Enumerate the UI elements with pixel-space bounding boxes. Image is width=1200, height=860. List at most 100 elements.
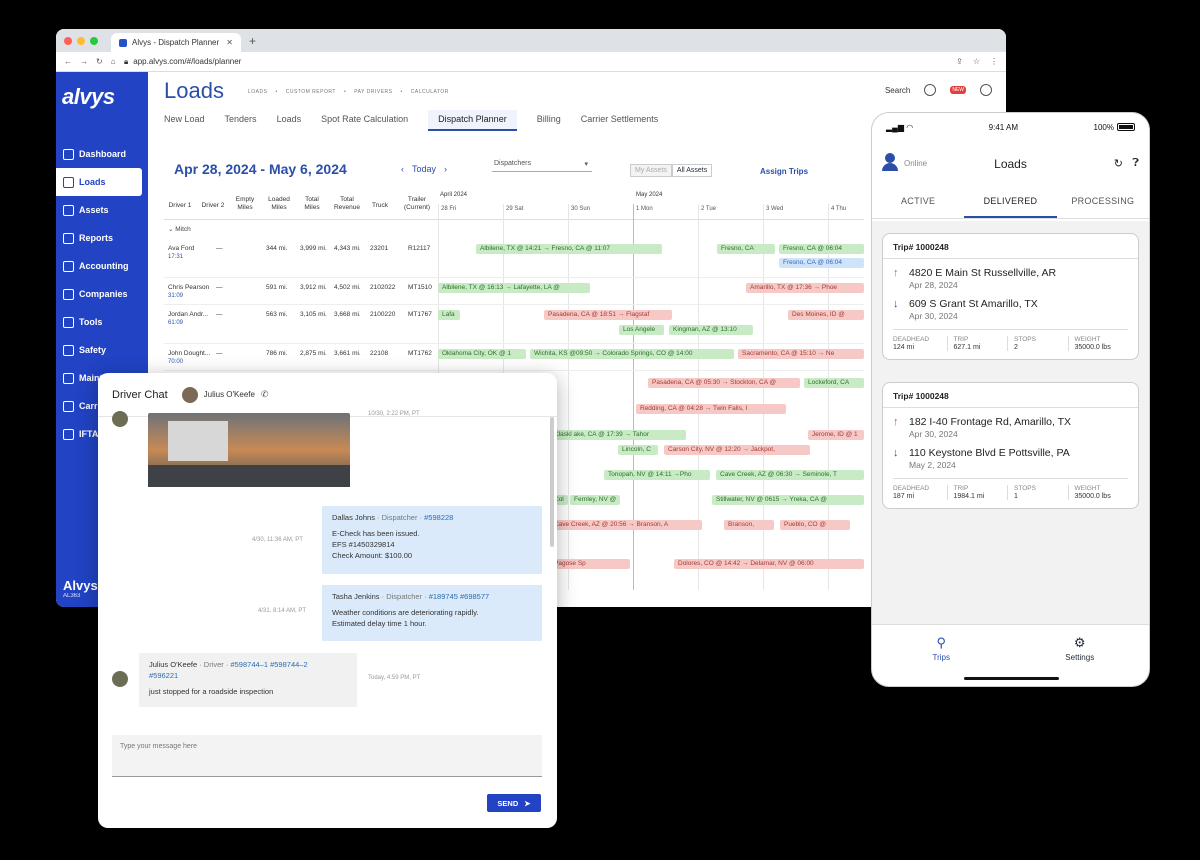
tab-active[interactable]: ACTIVE [872, 189, 964, 218]
load-bar[interactable]: Lafa [438, 310, 460, 320]
table-row[interactable]: Jordan Andr... 61:09 — 563 mi. 3,105 mi.… [164, 306, 864, 344]
prev-week-icon[interactable]: ‹ [401, 164, 404, 174]
assign-trips-button[interactable]: Assign Trips [760, 167, 808, 176]
all-assets-button[interactable]: All Assets [671, 164, 713, 177]
message-bubble[interactable]: Dallas Johns · Dispatcher · #598228 E-Ch… [322, 506, 542, 574]
load-bar[interactable]: Lincoln, C [618, 445, 658, 455]
load-bar[interactable]: Pasadena, CA @ 05:30 → Stockton, CA @ [648, 378, 800, 388]
sidebar-item-reports[interactable]: Reports [56, 224, 148, 252]
load-bar[interactable]: Fresno, CA [717, 244, 775, 254]
driver-name[interactable]: John Dought... [168, 350, 210, 357]
load-bar[interactable]: Fresno, CA @ 06:04 [779, 258, 864, 268]
message-bubble[interactable]: Julius O'Keefe · Driver · #598744–1 #598… [139, 653, 357, 707]
crumb-custom-report[interactable]: CUSTOM REPORT [286, 89, 336, 95]
help-icon[interactable] [924, 84, 937, 96]
table-row[interactable]: Chris Pearson 31:09 — 591 mi. 3,912 mi. … [164, 279, 864, 305]
close-tab-icon[interactable]: ✕ [226, 38, 233, 47]
trip-card[interactable]: Trip# 1000248 ↑ 4820 E Main St Russellvil… [882, 233, 1139, 360]
load-tag[interactable]: #189745 #698577 [429, 592, 489, 601]
load-bar[interactable]: Redding, CA @ 04:28 → Twin Falls, I [636, 404, 786, 414]
crumb-loads[interactable]: LOADS [248, 89, 267, 95]
table-row[interactable]: Ava Ford 17:31 — 344 mi. 3,999 mi. 4,343… [164, 240, 864, 278]
load-bar[interactable]: Kingman, AZ @ 13:10 [669, 325, 753, 335]
maximize-window-button[interactable] [90, 36, 98, 45]
sidebar-item-tools[interactable]: Tools [56, 308, 148, 336]
user-avatar-icon[interactable] [980, 84, 992, 96]
driver-name[interactable]: Chris Pearson [168, 284, 209, 291]
load-bar[interactable]: Fresno, CA @ 06:04 [779, 244, 864, 254]
load-tag[interactable]: #598744–1 #598744–2 [230, 660, 307, 669]
load-tag[interactable]: #598228 [424, 513, 453, 522]
tab-new-load[interactable]: New Load [164, 114, 205, 131]
load-bar[interactable]: Claskl ake, CA @ 17:39 → Tahor [550, 430, 686, 440]
truck-photo[interactable] [148, 413, 350, 487]
chat-scrollbar[interactable] [550, 417, 554, 547]
message-bubble[interactable]: Tasha Jenkins · Dispatcher · #189745 #69… [322, 585, 542, 641]
load-bar[interactable]: Wichita, KS @09:50 → Colorado Springs, C… [530, 349, 734, 359]
load-bar[interactable]: Jerome, ID @ 1 [808, 430, 864, 440]
load-bar[interactable]: Tonopah, NV @ 14:11 →Pho [604, 470, 710, 480]
load-tag[interactable]: #596221 [149, 671, 178, 680]
reload-icon[interactable]: ↻ [96, 57, 103, 66]
url-field[interactable]: 🔒︎ app.alvys.com/#/loads/planner [124, 57, 956, 67]
load-bar[interactable]: Cave Creek, AZ @ 20:56 → Branson, A [550, 520, 702, 530]
load-bar[interactable]: Carson City, NV @ 12:20 → Jackpot, [664, 445, 810, 455]
sidebar-item-safety[interactable]: Safety [56, 336, 148, 364]
crumb-calculator[interactable]: CALCULATOR [411, 89, 449, 95]
today-button[interactable]: Today [412, 164, 436, 174]
sidebar-item-loads[interactable]: Loads [56, 168, 142, 196]
load-bar[interactable]: Pueblo, CO @ [780, 520, 850, 530]
load-bar[interactable]: Albilene, TX @ 16:13 → Lafayette, LA @ [438, 283, 590, 293]
trip-card[interactable]: Trip# 1000248 ↑ 182 I-40 Frontage Rd, Ama… [882, 382, 1139, 509]
load-bar[interactable]: Pasadena, CA @ 18:51 → Flagstaf [544, 310, 672, 320]
load-bar[interactable]: Pagose Sp [550, 559, 630, 569]
message-input[interactable]: Type your message here [112, 735, 542, 777]
back-icon[interactable]: ← [64, 57, 72, 66]
sidebar-item-assets[interactable]: Assets [56, 196, 148, 224]
minimize-window-button[interactable] [77, 36, 85, 45]
load-bar[interactable]: Stillwater, NV @ 0615 → Yreka, CA @ [712, 495, 864, 505]
load-bar[interactable]: Oklahoma City, OK @ 1 [438, 349, 526, 359]
tab-carrier-settlements[interactable]: Carrier Settlements [581, 114, 659, 131]
load-bar[interactable]: Dolores, CO @ 14:42 → Delamar, NV @ 06:0… [674, 559, 864, 569]
share-icon[interactable]: ⇪ [956, 57, 963, 66]
load-bar[interactable]: Lockeford, CA [804, 378, 864, 388]
sidebar-item-accounting[interactable]: Accounting [56, 252, 148, 280]
driver-name[interactable]: Ava Ford [168, 245, 194, 252]
tab-spot-rate[interactable]: Spot Rate Calculation [321, 114, 408, 131]
tab-loads[interactable]: Loads [277, 114, 302, 131]
table-row[interactable]: John Dought... 70:00 — 786 mi. 2,875 mi.… [164, 345, 864, 371]
load-bar[interactable]: Cave Creek, AZ @ 06:30 → Seminole, T [716, 470, 864, 480]
crumb-pay-drivers[interactable]: PAY DRIVERS [354, 89, 392, 95]
send-button[interactable]: SEND ➤ [487, 794, 541, 812]
load-bar[interactable]: Des Moines, ID @ [788, 310, 864, 320]
close-window-button[interactable] [64, 36, 72, 45]
browser-tab[interactable]: Alvys - Dispatch Planner ✕ [111, 33, 241, 52]
refresh-icon[interactable]: ↻ [1114, 157, 1123, 170]
load-bar[interactable]: Fernley, NV @ [570, 495, 620, 505]
tab-delivered[interactable]: DELIVERED [964, 189, 1057, 218]
tab-billing[interactable]: Billing [537, 114, 561, 131]
group-row[interactable]: ⌄ Mitch [164, 220, 434, 238]
tab-tenders[interactable]: Tenders [225, 114, 257, 131]
forward-icon[interactable]: → [80, 57, 88, 66]
tab-processing[interactable]: PROCESSING [1057, 189, 1149, 218]
load-bar[interactable]: Los Angele [619, 325, 664, 335]
driver-name[interactable]: Jordan Andr... [168, 311, 208, 318]
new-tab-icon[interactable]: + [249, 34, 256, 48]
new-badge[interactable]: NEW [950, 86, 966, 94]
load-bar[interactable]: Sacramento, CA @ 15:10 → Ne [738, 349, 864, 359]
search-button[interactable]: Search [885, 86, 910, 95]
sidebar-item-dashboard[interactable]: Dashboard [56, 140, 148, 168]
star-icon[interactable]: ☆ [973, 57, 980, 66]
help-icon[interactable]: ❓︎ [1132, 157, 1139, 170]
load-bar[interactable]: Albilene, TX @ 14:21 → Fresno, CA @ 11:0… [476, 244, 662, 254]
load-bar[interactable]: Branson, [724, 520, 774, 530]
phone-icon[interactable]: ✆ [261, 389, 269, 400]
next-week-icon[interactable]: › [444, 164, 447, 174]
sidebar-item-companies[interactable]: Companies [56, 280, 148, 308]
menu-icon[interactable]: ⋮ [990, 57, 998, 66]
load-bar[interactable]: Amarillo, TX @ 17:36 → Phoe [746, 283, 864, 293]
dispatchers-select[interactable]: Dispatchers [492, 158, 592, 172]
my-assets-button[interactable]: My Assets [630, 164, 672, 177]
